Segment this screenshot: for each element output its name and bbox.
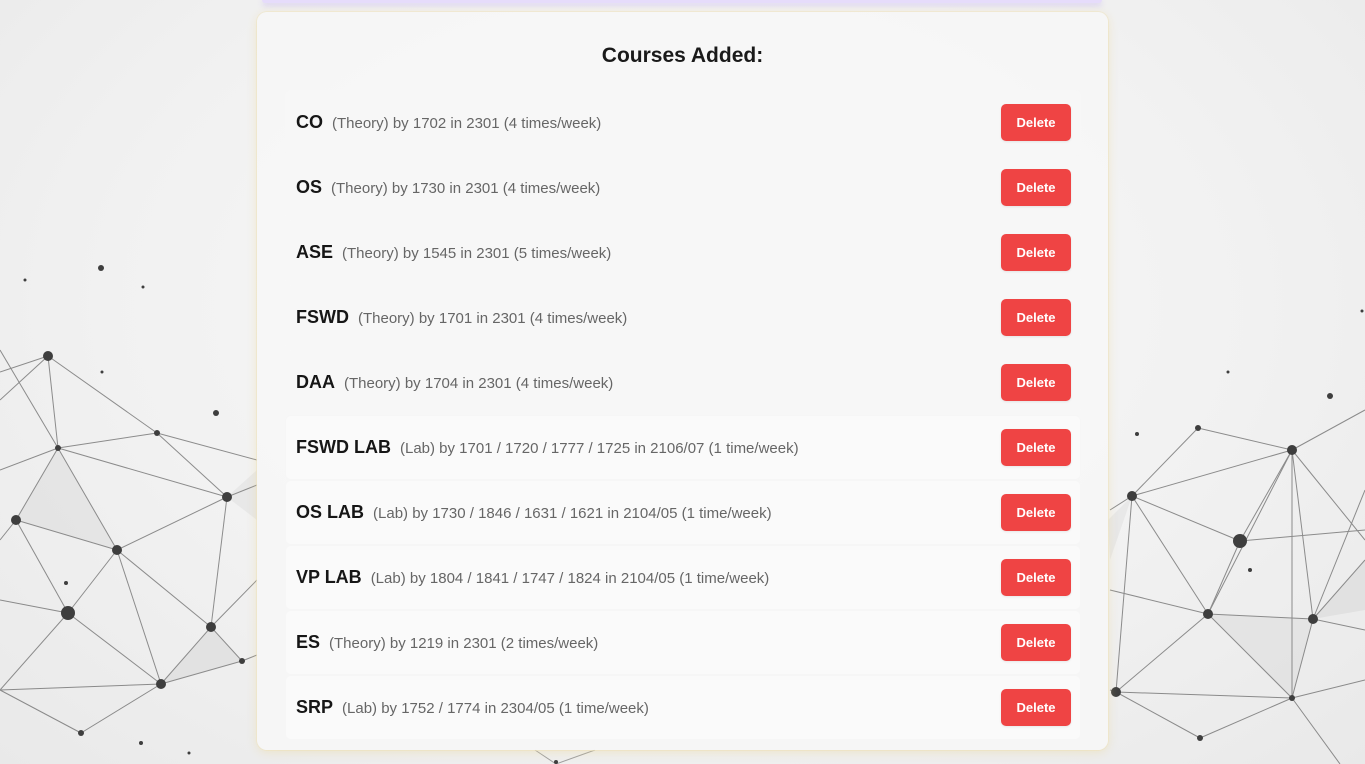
panel-title: Courses Added: <box>601 44 764 67</box>
course-list: CO (Theory) by 1702 in 2301 (4 times/wee… <box>285 90 1081 740</box>
list-item: DAA (Theory) by 1704 in 2301 (4 times/we… <box>285 350 1081 415</box>
delete-button[interactable]: Delete <box>1001 689 1071 726</box>
list-item: ASE (Theory) by 1545 in 2301 (5 times/we… <box>285 220 1081 285</box>
list-item: OS LAB (Lab) by 1730 / 1846 / 1631 / 162… <box>285 480 1081 545</box>
list-item: CO (Theory) by 1702 in 2301 (4 times/wee… <box>285 90 1081 155</box>
course-details: (Lab) by 1730 / 1846 / 1631 / 1621 in 21… <box>373 505 772 522</box>
delete-button[interactable]: Delete <box>1001 234 1071 271</box>
delete-button[interactable]: Delete <box>1001 299 1071 336</box>
delete-button[interactable]: Delete <box>1001 169 1071 206</box>
delete-button[interactable]: Delete <box>1001 494 1071 531</box>
course-info: CO (Theory) by 1702 in 2301 (4 times/wee… <box>296 112 601 133</box>
delete-button[interactable]: Delete <box>1001 559 1071 596</box>
course-details: (Theory) by 1701 in 2301 (4 times/week) <box>358 310 628 327</box>
course-info: ES (Theory) by 1219 in 2301 (2 times/wee… <box>296 632 598 653</box>
course-code: FSWD <box>296 307 349 327</box>
course-code: VP LAB <box>296 567 362 587</box>
list-item: FSWD LAB (Lab) by 1701 / 1720 / 1777 / 1… <box>285 415 1081 480</box>
course-details: (Theory) by 1545 in 2301 (5 times/week) <box>342 245 612 262</box>
course-code: ES <box>296 632 321 652</box>
list-item: ES (Theory) by 1219 in 2301 (2 times/wee… <box>285 610 1081 675</box>
course-details: (Theory) by 1704 in 2301 (4 times/week) <box>344 375 614 392</box>
list-item: SRP (Lab) by 1752 / 1774 in 2304/05 (1 t… <box>285 675 1081 740</box>
course-details: (Theory) by 1730 in 2301 (4 times/week) <box>331 180 601 197</box>
courses-added-panel: Courses Added: CO (Theory) by 1702 in 23… <box>257 12 1108 750</box>
delete-button[interactable]: Delete <box>1001 104 1071 141</box>
course-details: (Theory) by 1219 in 2301 (2 times/week) <box>329 635 599 652</box>
list-item: OS (Theory) by 1730 in 2301 (4 times/wee… <box>285 155 1081 220</box>
course-code: CO <box>296 112 323 132</box>
course-code: FSWD LAB <box>296 437 391 457</box>
course-details: (Lab) by 1752 / 1774 in 2304/05 (1 time/… <box>342 700 649 717</box>
course-info: DAA (Theory) by 1704 in 2301 (4 times/we… <box>296 372 613 393</box>
course-info: SRP (Lab) by 1752 / 1774 in 2304/05 (1 t… <box>296 697 649 718</box>
course-details: (Lab) by 1804 / 1841 / 1747 / 1824 in 21… <box>370 570 770 587</box>
course-code: ASE <box>296 242 334 262</box>
course-info: OS (Theory) by 1730 in 2301 (4 times/wee… <box>296 177 600 198</box>
course-info: OS LAB (Lab) by 1730 / 1846 / 1631 / 162… <box>296 502 772 523</box>
top-form-edge <box>262 0 1102 3</box>
course-info: ASE (Theory) by 1545 in 2301 (5 times/we… <box>296 242 611 263</box>
course-details: (Theory) by 1702 in 2301 (4 times/week) <box>332 115 602 132</box>
course-info: FSWD (Theory) by 1701 in 2301 (4 times/w… <box>296 307 627 328</box>
course-info: VP LAB (Lab) by 1804 / 1841 / 1747 / 182… <box>296 567 769 588</box>
course-details: (Lab) by 1701 / 1720 / 1777 / 1725 in 21… <box>399 440 799 457</box>
delete-button[interactable]: Delete <box>1001 364 1071 401</box>
course-info: FSWD LAB (Lab) by 1701 / 1720 / 1777 / 1… <box>296 437 799 458</box>
course-code: DAA <box>296 372 335 392</box>
course-code: SRP <box>296 697 334 717</box>
delete-button[interactable]: Delete <box>1001 624 1071 661</box>
course-code: OS LAB <box>296 502 365 522</box>
list-item: VP LAB (Lab) by 1804 / 1841 / 1747 / 182… <box>285 545 1081 610</box>
course-code: OS <box>296 177 323 197</box>
delete-button[interactable]: Delete <box>1001 429 1071 466</box>
list-item: FSWD (Theory) by 1701 in 2301 (4 times/w… <box>285 285 1081 350</box>
